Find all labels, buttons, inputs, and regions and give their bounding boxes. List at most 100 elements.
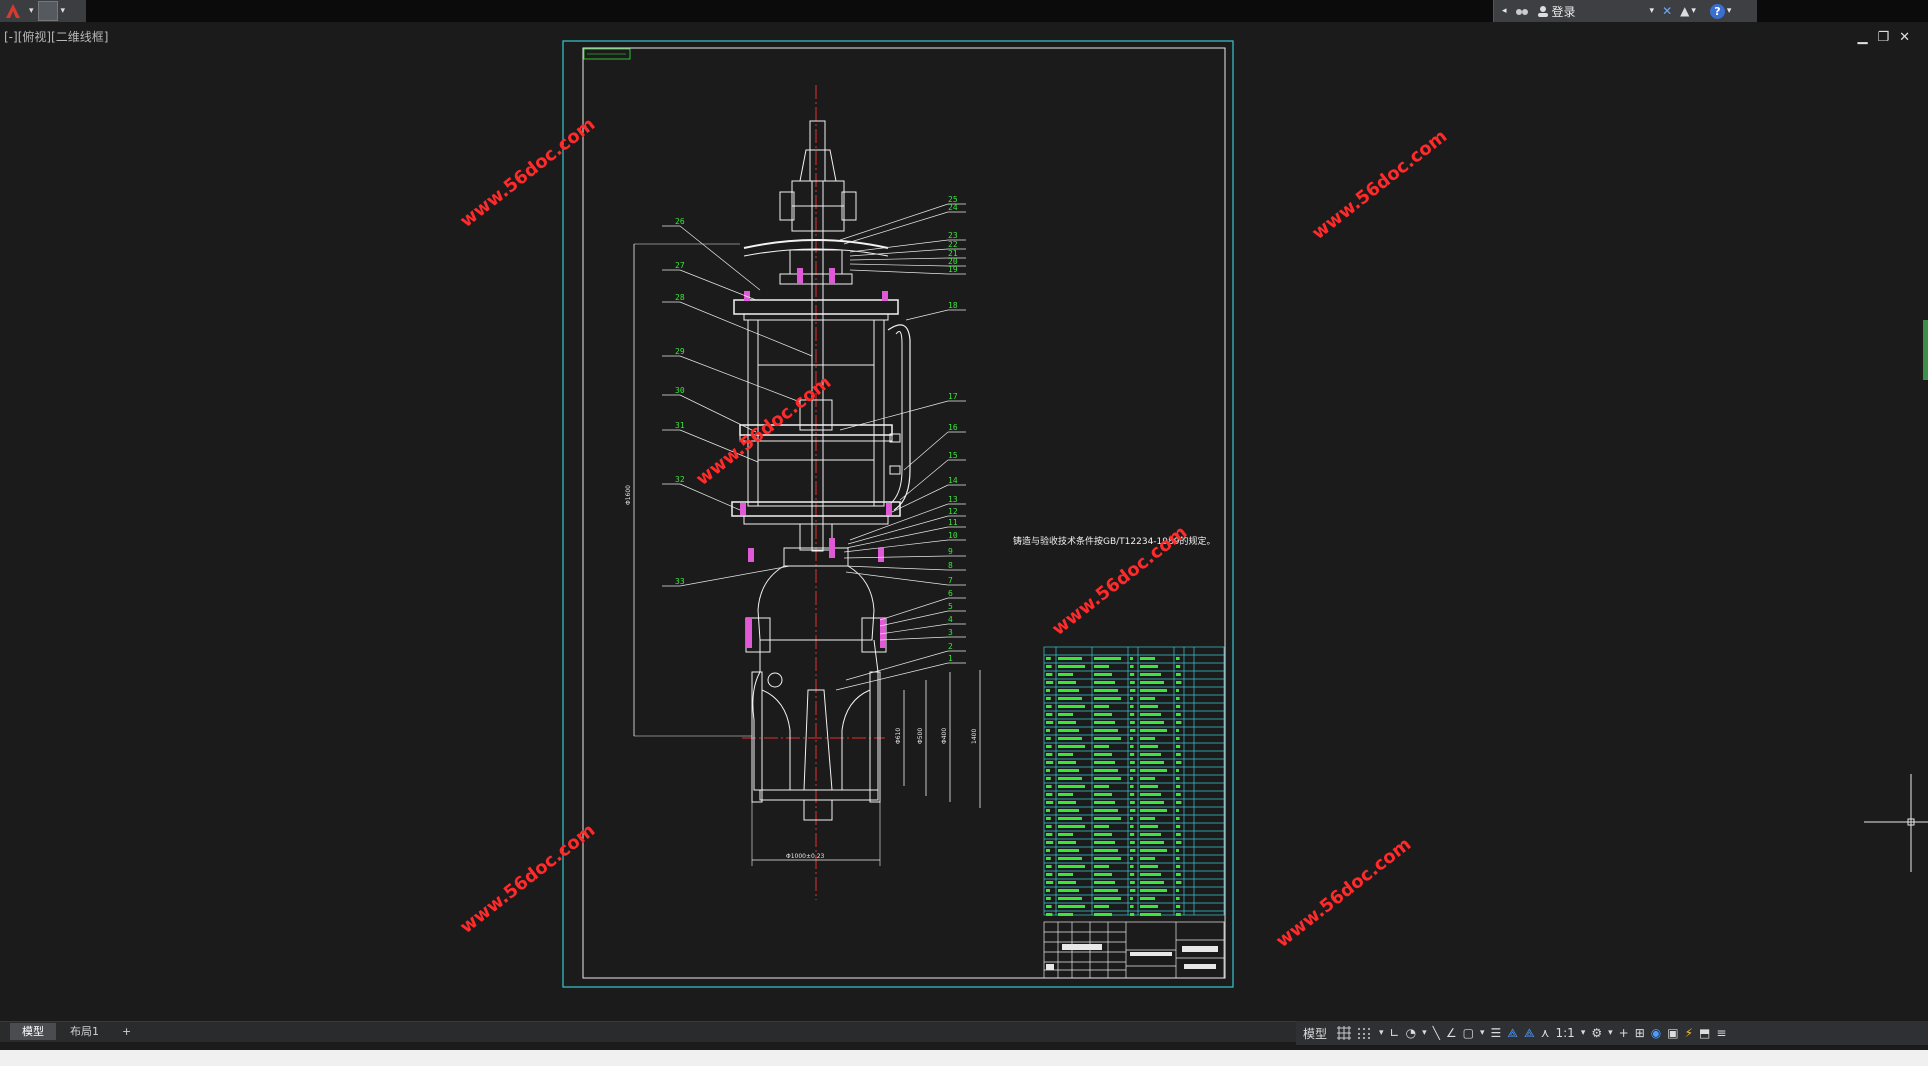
table-cell-text [1046, 785, 1052, 788]
add-layout-button[interactable]: + [114, 1023, 139, 1040]
isolate-objects-icon[interactable]: ▣ [1667, 1023, 1678, 1043]
table-cell-text [1046, 681, 1054, 684]
table-cell-text [1058, 697, 1082, 700]
table-cell-text [1176, 657, 1180, 660]
clean-screen-icon[interactable]: ⬒ [1699, 1023, 1710, 1043]
hardware-acceleration-icon[interactable]: ⚡ [1685, 1023, 1693, 1043]
workspace-gear-icon[interactable]: ⚙ [1591, 1023, 1602, 1043]
tab-layout1[interactable]: 布局1 [58, 1023, 111, 1040]
table-cell-text [1094, 745, 1109, 748]
table-cell-text [1046, 889, 1050, 892]
table-cell-text [1046, 825, 1052, 828]
snap-dropdown-icon[interactable]: ▾ [1379, 1023, 1384, 1043]
annotation-monitor-icon[interactable]: + [1619, 1023, 1629, 1043]
table-cell-text [1058, 689, 1079, 692]
table-cell-text [1140, 657, 1155, 660]
annotation-scale-icon[interactable]: ⋏ [1541, 1023, 1550, 1043]
table-cell-text [1176, 697, 1180, 700]
table-cell-text [1094, 697, 1121, 700]
table-cell-text [1094, 793, 1112, 796]
dimension-label: Φ400 [941, 728, 948, 744]
help-icon[interactable]: ? [1709, 3, 1725, 19]
table-cell-text [1094, 761, 1115, 764]
scale-dropdown-icon[interactable]: ▾ [1581, 1023, 1586, 1043]
table-cell-text [1130, 833, 1135, 836]
tab-model[interactable]: 模型 [10, 1023, 56, 1040]
table-cell-text [1140, 881, 1164, 884]
table-cell-text [1058, 665, 1085, 668]
isodraft-icon[interactable]: ╲ [1433, 1023, 1440, 1043]
table-cell-text [1176, 705, 1181, 708]
part-number: 23 [948, 231, 958, 240]
drawing-canvas[interactable]: 25 24 23 22 21 20 19 18 17 16 15 14 13 1… [0, 22, 1928, 1022]
workspace-dropdown-icon[interactable]: ▾ [1608, 1023, 1613, 1043]
table-cell-text [1058, 729, 1079, 732]
table-cell-text [1130, 785, 1134, 788]
part-number: 11 [948, 518, 958, 527]
polar-tracking-icon[interactable]: ◔ [1406, 1023, 1416, 1043]
login-link[interactable]: 登录 [1552, 3, 1576, 20]
autocad-logo-icon[interactable] [0, 0, 26, 22]
annotation-autoscale-icon[interactable]: ⟁ [1524, 1023, 1535, 1043]
a360-icon[interactable]: ▲ [1680, 4, 1689, 18]
help-dropdown-icon[interactable]: ▾ [1727, 6, 1732, 16]
table-cell-text [1046, 665, 1052, 668]
exchange-icon[interactable]: ✕ [1662, 4, 1672, 18]
part-number: 26 [675, 217, 685, 226]
table-cell-text [1094, 881, 1115, 884]
annotation-scale-value[interactable]: 1:1 [1556, 1023, 1575, 1043]
table-cell-text [1058, 873, 1073, 876]
parts-list-text [1046, 657, 1182, 916]
table-cell-text [1046, 705, 1052, 708]
table-cell-text [1094, 897, 1121, 900]
table-cell-text [1176, 761, 1182, 764]
table-cell-text [1058, 777, 1082, 780]
table-cell-text [1094, 713, 1112, 716]
login-dropdown-icon[interactable]: ▾ [1650, 6, 1655, 16]
table-cell-text [1140, 913, 1161, 916]
a360-dropdown-icon[interactable]: ▾ [1691, 6, 1696, 16]
dimension-label: 1400 [971, 729, 978, 744]
table-cell-text [1140, 681, 1164, 684]
table-cell-text [1176, 889, 1179, 892]
qat-dropdown-icon[interactable]: ▾ [61, 6, 66, 16]
lineweight-icon[interactable]: ☰ [1491, 1023, 1502, 1043]
back-arrow-icon[interactable]: ◂ [1502, 6, 1507, 16]
quick-properties-icon[interactable]: ◉ [1651, 1023, 1661, 1043]
table-cell-text [1176, 665, 1181, 668]
units-icon[interactable]: ⊞ [1635, 1023, 1645, 1043]
table-cell-text [1176, 745, 1181, 748]
part-number: 9 [948, 547, 953, 556]
grid-icon[interactable] [1337, 1023, 1352, 1043]
table-cell-text [1130, 857, 1133, 860]
polar-dropdown-icon[interactable]: ▾ [1422, 1023, 1427, 1043]
part-number: 17 [948, 392, 958, 401]
table-cell-text [1140, 705, 1158, 708]
table-cell-text [1094, 729, 1118, 732]
snap-icon[interactable] [1357, 1023, 1373, 1043]
part-number: 28 [675, 293, 685, 302]
user-icon[interactable] [1537, 5, 1549, 17]
object-snap-dropdown-icon[interactable]: ▾ [1480, 1023, 1485, 1043]
binoculars-icon[interactable] [1515, 5, 1529, 17]
object-snap-icon[interactable]: ▢ [1463, 1023, 1474, 1043]
app-menu-dropdown-icon[interactable]: ▾ [29, 6, 34, 16]
table-cell-text [1140, 833, 1161, 836]
object-snap-tracking-icon[interactable]: ∠ [1446, 1023, 1457, 1043]
table-cell-text [1130, 673, 1135, 676]
table-cell-text [1094, 665, 1109, 668]
table-cell-text [1140, 729, 1167, 732]
workspace-icon[interactable] [37, 1, 58, 21]
table-cell-text [1176, 793, 1181, 796]
table-cell-text [1130, 689, 1136, 692]
part-number: 3 [948, 628, 953, 637]
model-space-button[interactable]: 模型 [1299, 1023, 1331, 1043]
ortho-icon[interactable]: ∟ [1390, 1023, 1400, 1043]
table-cell-text [1176, 865, 1181, 868]
table-cell-text [1140, 769, 1167, 772]
table-cell-text [1140, 801, 1164, 804]
table-cell-text [1176, 857, 1180, 860]
annotation-visibility-icon[interactable]: ⟁ [1507, 1023, 1518, 1043]
valve-assembly [633, 120, 981, 866]
customization-menu-icon[interactable]: ≡ [1716, 1023, 1726, 1043]
